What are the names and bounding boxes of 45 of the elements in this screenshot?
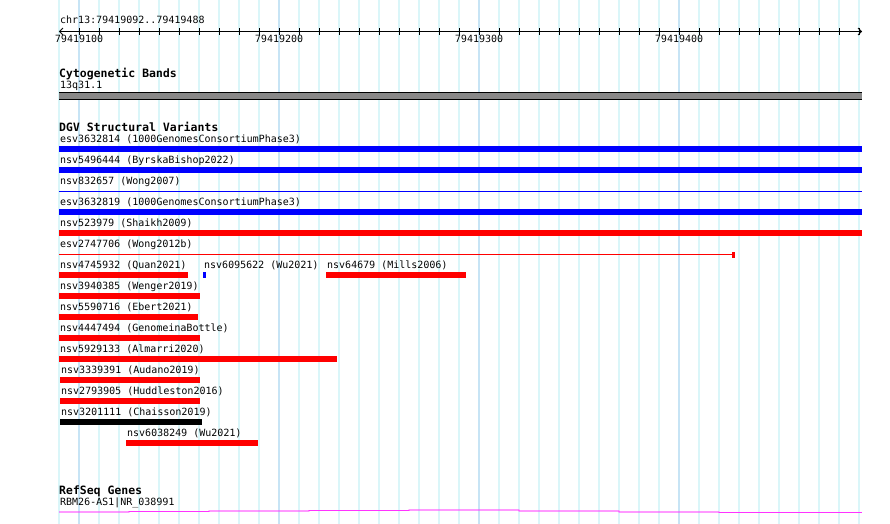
feature-label[interactable]: esv3632814 (1000GenomesConsortiumPhase3) <box>59 134 301 146</box>
feature-line[interactable] <box>59 252 735 258</box>
feature-bar[interactable] <box>59 209 862 215</box>
feature-bar[interactable] <box>59 293 200 299</box>
feature-label[interactable]: nsv6038249 (Wu2021) <box>126 428 242 440</box>
feature-label[interactable]: nsv5590716 (Ebert2021) <box>59 302 192 314</box>
tick-label: 79419100 <box>54 35 104 45</box>
gene-label[interactable]: RBM26-AS1|NR_038991 <box>60 497 862 509</box>
feature-label[interactable]: nsv3339391 (Audano2019) <box>60 365 200 377</box>
feature-line[interactable] <box>59 189 862 195</box>
feature-label[interactable]: esv2747706 (Wong2012b) <box>59 239 192 251</box>
location-label: chr13:79419092..79419488 <box>60 14 206 27</box>
feature-label[interactable]: nsv2793905 (Huddleston2016) <box>60 386 224 398</box>
feature-bar[interactable] <box>59 167 862 173</box>
tick-label: 79419200 <box>254 35 304 45</box>
feature-label[interactable]: nsv4447494 (GenomeinaBottle) <box>59 323 229 335</box>
feature-label[interactable]: nsv832657 (Wong2007) <box>59 176 180 188</box>
feature-bar[interactable] <box>60 419 202 425</box>
feature-label[interactable]: nsv3201111 (Chaisson2019) <box>60 407 212 419</box>
band-label: 13q31.1 <box>60 80 104 92</box>
feature-bar[interactable] <box>59 146 862 152</box>
feature-bar[interactable] <box>203 272 206 278</box>
feature-bar[interactable] <box>59 356 337 362</box>
feature-bar[interactable] <box>326 272 466 278</box>
feature-label[interactable]: nsv5496444 (ByrskaBishop2022) <box>59 155 235 167</box>
feature-bar[interactable] <box>59 314 198 320</box>
feature-label[interactable]: nsv6095622 (Wu2021) <box>203 260 318 272</box>
feature-label[interactable]: esv3632819 (1000GenomesConsortiumPhase3) <box>59 197 301 209</box>
gene-line[interactable] <box>59 510 862 513</box>
feature-bar[interactable] <box>60 377 200 383</box>
feature-bar[interactable] <box>126 440 258 446</box>
feature-label[interactable]: nsv64679 (Mills2006) <box>326 260 448 272</box>
feature-bar[interactable] <box>59 230 862 236</box>
feature-bar[interactable] <box>60 398 200 404</box>
track-title: DGV Structural Variants <box>59 121 220 134</box>
tick-label: 79419400 <box>654 35 704 45</box>
feature-label[interactable]: nsv3940385 (Wenger2019) <box>59 281 198 293</box>
feature-bar[interactable] <box>59 335 200 341</box>
feature-label[interactable]: nsv523979 (Shaikh2009) <box>59 218 192 230</box>
track-title: RefSeq Genes <box>59 484 144 497</box>
feature-label[interactable]: nsv4745932 (Quan2021) <box>59 260 186 272</box>
feature-bar[interactable] <box>59 272 188 278</box>
track-title: Cytogenetic Bands <box>59 67 178 80</box>
feature-label[interactable]: nsv5929133 (Almarri2020) <box>59 344 204 356</box>
tick-label: 79419300 <box>454 35 504 45</box>
